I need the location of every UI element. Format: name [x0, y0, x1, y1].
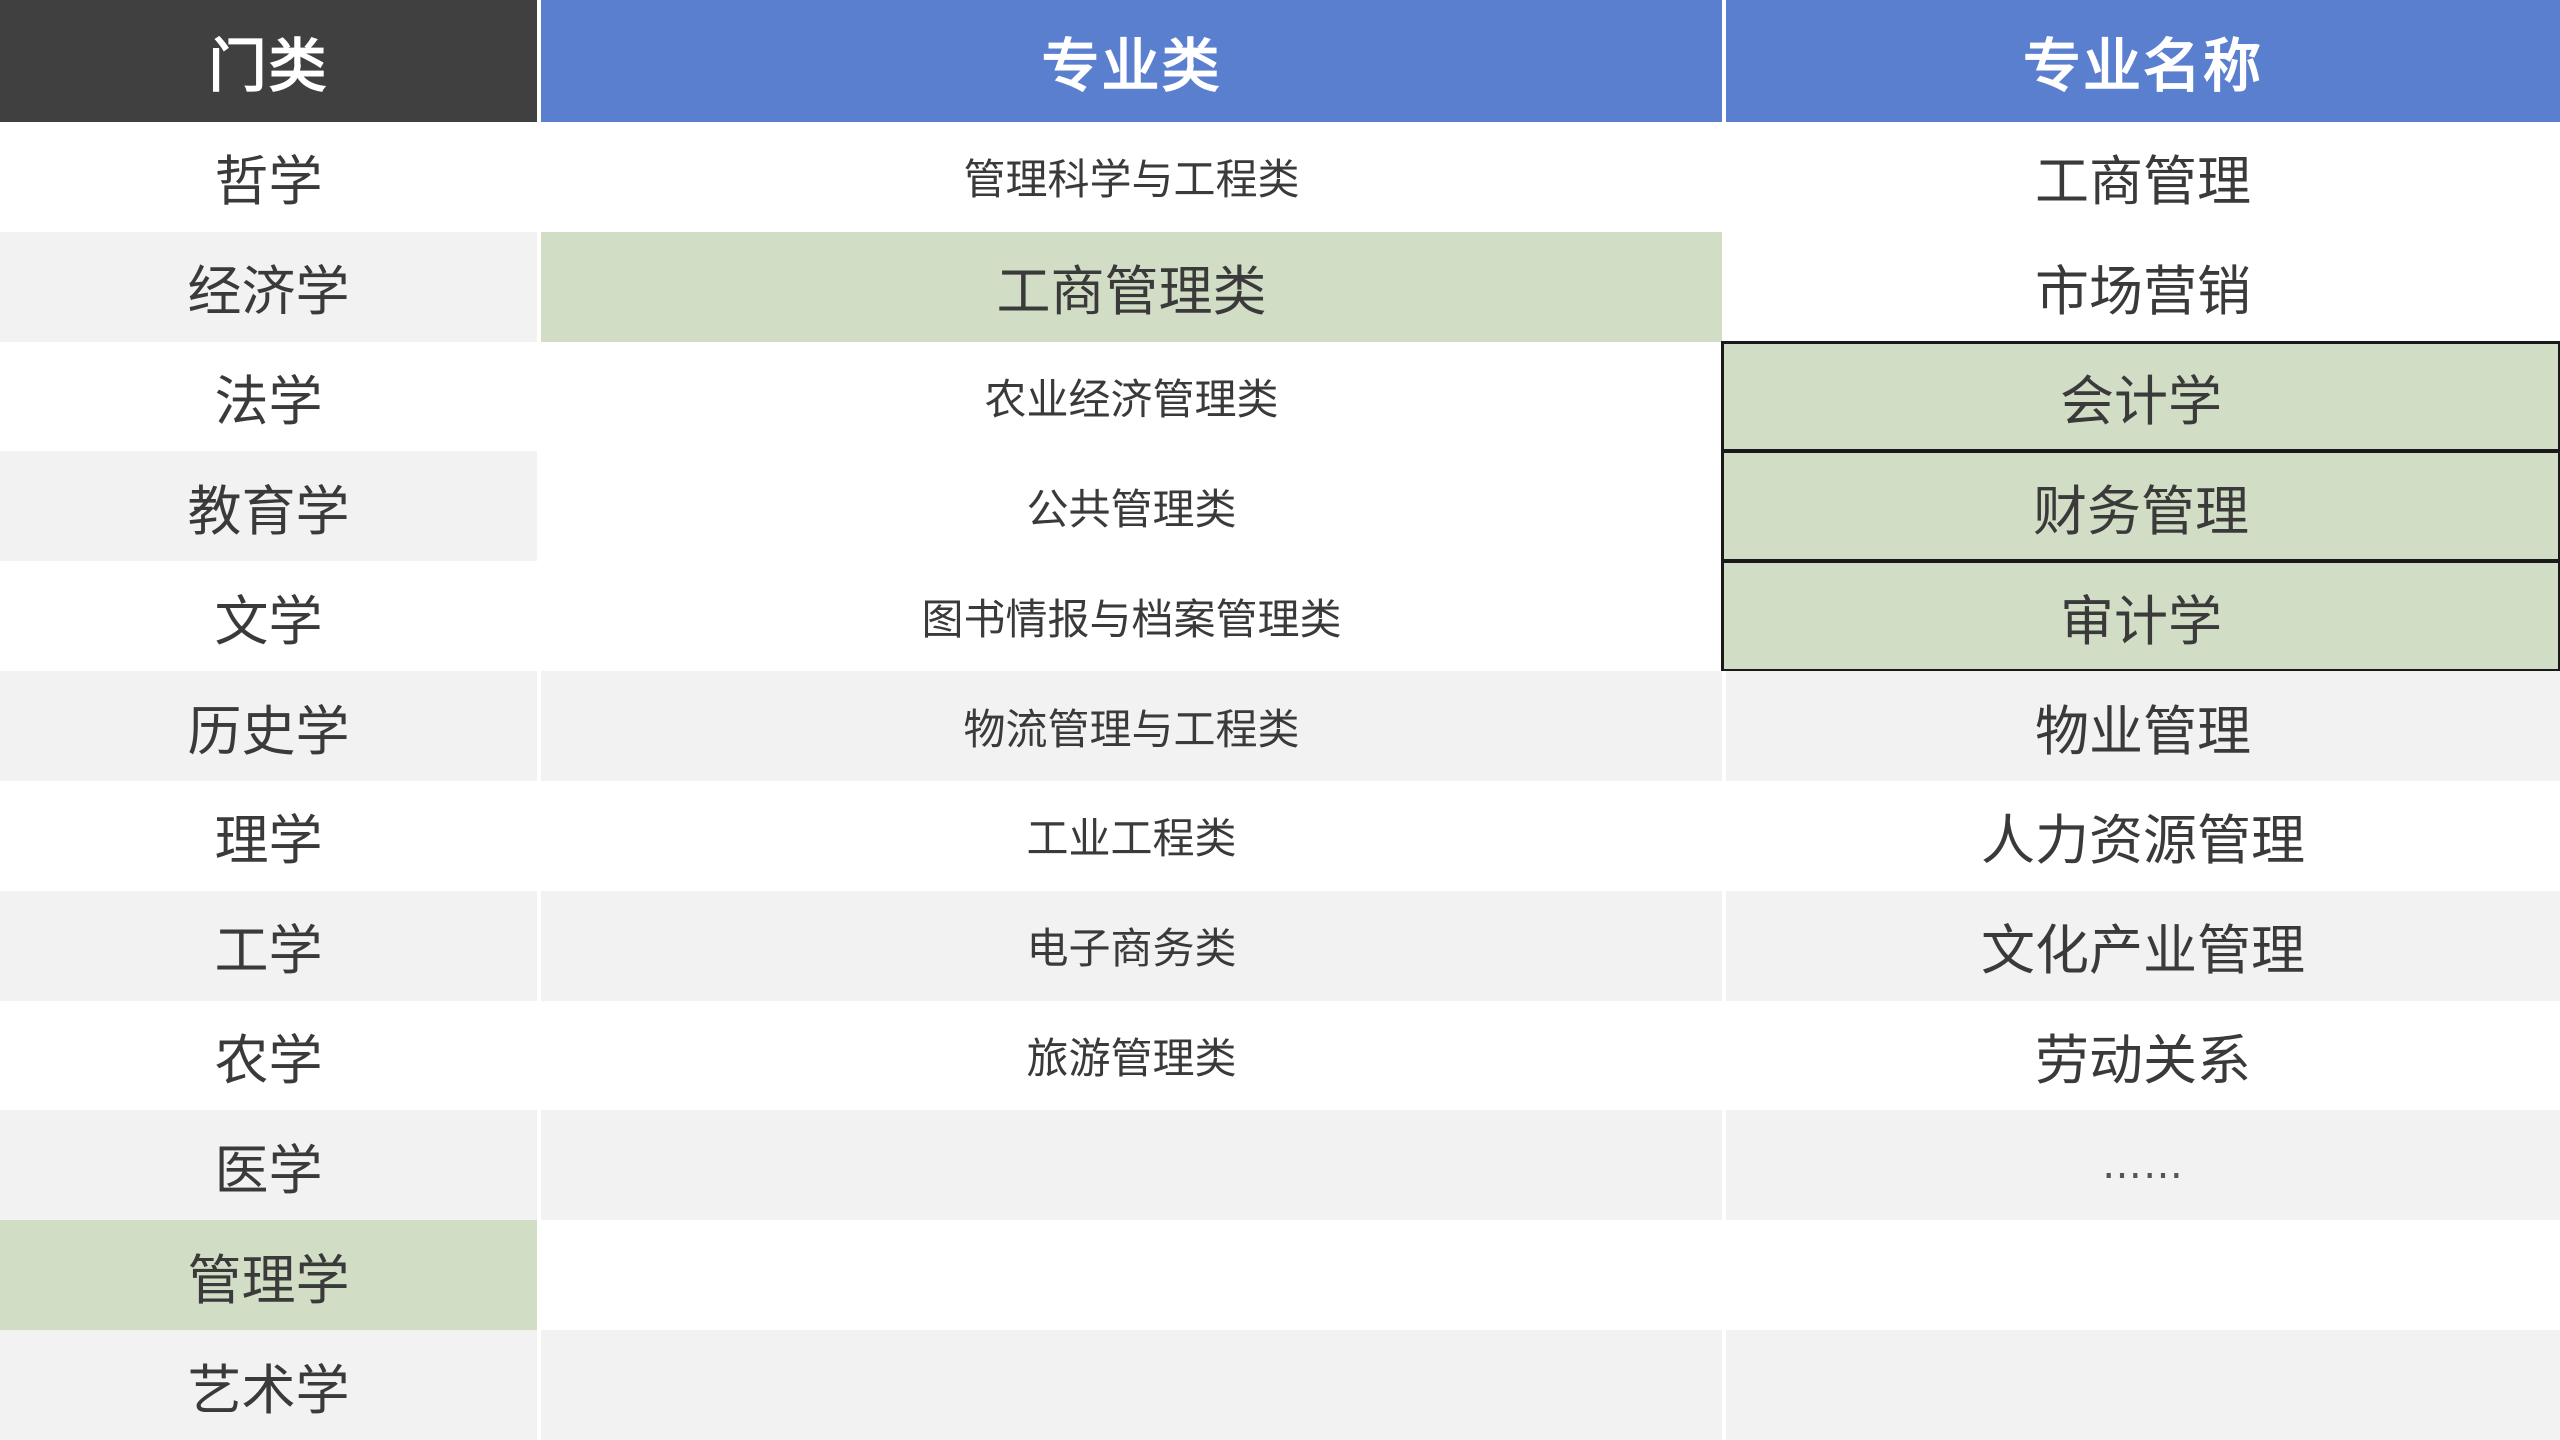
category-cell: 艺术学	[0, 1330, 537, 1440]
major-class-cell: 物流管理与工程类	[537, 671, 1722, 781]
major-name-cell-highlighted: 会计学	[1721, 340, 2560, 453]
major-name-cell	[1722, 1330, 2560, 1440]
major-class-cell: 公共管理类	[537, 451, 1722, 562]
majors-table: 门类 专业类 专业名称 哲学 管理科学与工程类 工商管理 经济学 工商管理类 市…	[0, 0, 2560, 1440]
category-cell: 哲学	[0, 122, 537, 232]
major-name-cell	[1722, 1220, 2560, 1331]
ellipsis-text: ……	[2102, 1142, 2184, 1189]
header-major-name: 专业名称	[1722, 0, 2560, 122]
major-class-cell	[537, 1110, 1722, 1221]
major-name-cell: 市场营销	[1722, 231, 2560, 342]
major-class-cell: 管理科学与工程类	[537, 122, 1722, 232]
major-name-cell-highlighted: 审计学	[1721, 560, 2560, 673]
category-cell: 法学	[0, 341, 537, 452]
major-class-cell	[537, 1220, 1722, 1331]
major-class-cell: 农业经济管理类	[537, 341, 1722, 452]
header-major-class: 专业类	[537, 0, 1722, 122]
header-category: 门类	[0, 0, 537, 122]
major-name-cell: 人力资源管理	[1722, 780, 2560, 891]
category-cell: 医学	[0, 1110, 537, 1221]
category-cell: 文学	[0, 561, 537, 672]
major-name-cell-highlighted: 财务管理	[1721, 450, 2560, 563]
category-cell-highlighted: 管理学	[0, 1220, 537, 1331]
category-cell: 理学	[0, 780, 537, 891]
category-cell: 工学	[0, 890, 537, 1001]
major-name-cell: 工商管理	[1722, 122, 2560, 232]
major-class-cell: 电子商务类	[537, 890, 1722, 1001]
major-name-cell: 物业管理	[1722, 671, 2560, 781]
major-class-cell: 旅游管理类	[537, 1000, 1722, 1111]
major-class-cell-highlighted: 工商管理类	[537, 231, 1722, 342]
major-class-cell	[537, 1330, 1722, 1440]
category-cell: 农学	[0, 1000, 537, 1111]
major-name-cell: 文化产业管理	[1722, 890, 2560, 1001]
category-cell: 经济学	[0, 231, 537, 342]
major-name-cell: 劳动关系	[1722, 1000, 2560, 1111]
major-class-cell: 图书情报与档案管理类	[537, 561, 1722, 672]
major-class-cell: 工业工程类	[537, 780, 1722, 891]
major-name-cell-ellipsis: ……	[1722, 1110, 2560, 1221]
category-cell: 教育学	[0, 451, 537, 562]
category-cell: 历史学	[0, 671, 537, 781]
